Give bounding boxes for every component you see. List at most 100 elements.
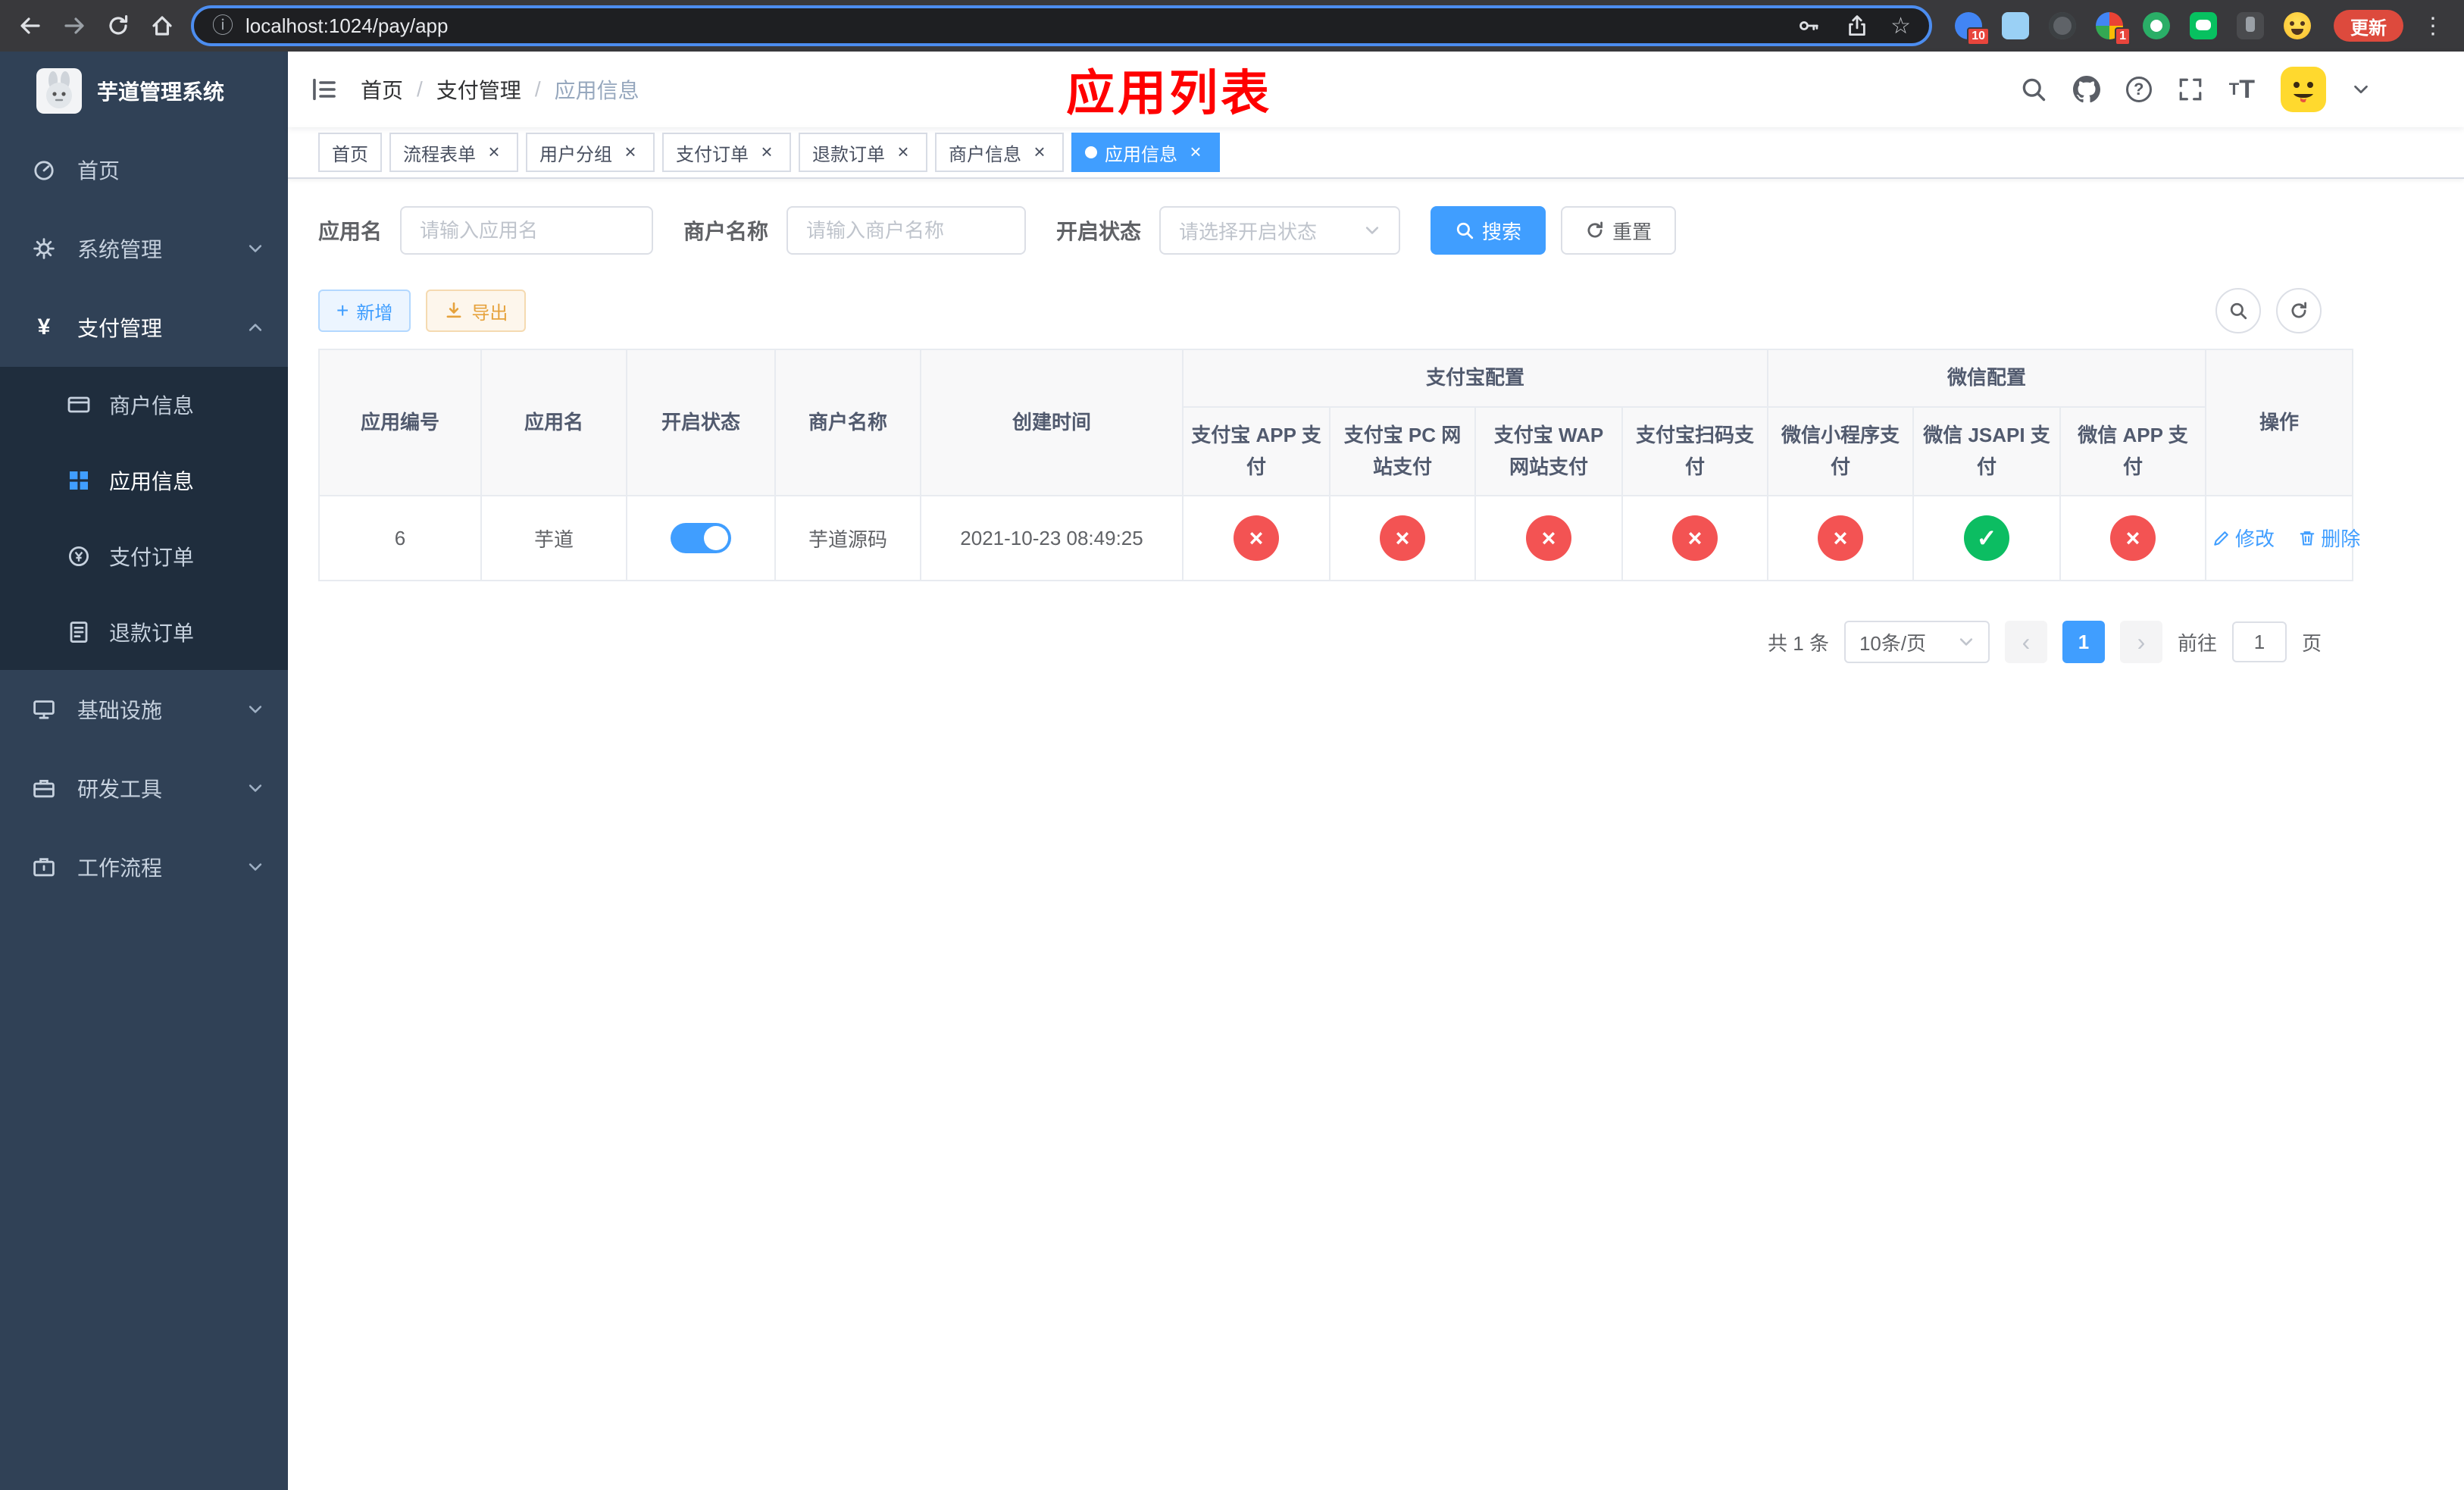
close-icon[interactable]: × xyxy=(1185,142,1206,163)
home-icon[interactable] xyxy=(147,11,177,41)
add-button[interactable]: + 新增 xyxy=(318,290,411,332)
chevron-down-icon xyxy=(247,780,264,797)
next-page-button[interactable]: › xyxy=(2119,621,2162,664)
site-info-icon[interactable]: ⓘ xyxy=(212,15,233,36)
fullscreen-icon[interactable] xyxy=(2178,77,2203,102)
merchant-name-input[interactable] xyxy=(786,206,1027,255)
page-size-select[interactable]: 10条/页 xyxy=(1843,621,1990,664)
gear-icon xyxy=(32,236,56,261)
active-dot xyxy=(1085,146,1097,158)
sidebar-item-workflow[interactable]: 工作流程 xyxy=(0,828,288,906)
browser-menu-icon[interactable]: ⋮ xyxy=(2417,13,2449,39)
cell-actions: 修改 删除 xyxy=(2205,495,2360,582)
alipay-app-status-icon: × xyxy=(1234,515,1279,562)
browser-toolbar: ⓘ localhost:1024/pay/app ☆ 10 1 更新 ⋮ xyxy=(0,0,2464,52)
extension-icon-6[interactable] xyxy=(2190,12,2217,39)
reload-icon[interactable] xyxy=(103,11,133,41)
app-name-input[interactable] xyxy=(400,206,654,255)
breadcrumb-payment[interactable]: 支付管理 xyxy=(436,74,521,105)
col-wx-jsapi: 微信 JSAPI 支付 xyxy=(1912,406,2062,497)
total-count: 共 1 条 xyxy=(1768,631,1829,655)
sidebar-item-dev-tools[interactable]: 研发工具 xyxy=(0,749,288,828)
search-icon xyxy=(2230,302,2247,320)
page-title: 应用列表 xyxy=(1066,66,1273,121)
sidebar-item-app-info[interactable]: 应用信息 xyxy=(0,443,288,518)
sidebar-item-payment-orders[interactable]: 支付订单 xyxy=(0,518,288,594)
logo-avatar xyxy=(36,68,82,114)
sidebar-item-home[interactable]: 首页 xyxy=(0,130,288,209)
plus-icon: + xyxy=(336,299,349,322)
edit-link[interactable]: 修改 xyxy=(2212,524,2275,552)
sidebar-logo[interactable]: 芋道管理系统 xyxy=(0,52,288,130)
col-alipay-app: 支付宝 APP 支付 xyxy=(1182,406,1330,497)
status-toggle[interactable] xyxy=(671,523,731,554)
tab-app-info[interactable]: 应用信息 × xyxy=(1071,133,1220,172)
extension-icon-8[interactable] xyxy=(2284,12,2311,39)
sidebar-item-infrastructure[interactable]: 基础设施 xyxy=(0,670,288,749)
share-icon[interactable] xyxy=(1842,11,1872,41)
tab-refund-orders[interactable]: 退款订单 × xyxy=(799,133,927,172)
export-button[interactable]: 导出 xyxy=(426,290,527,332)
extension-icon-2[interactable] xyxy=(2002,12,2029,39)
refresh-table-button[interactable] xyxy=(2276,288,2322,333)
github-icon[interactable] xyxy=(2072,76,2100,103)
goto-page-input[interactable] xyxy=(2231,621,2287,663)
hamburger-icon[interactable] xyxy=(288,76,361,103)
wx-app-status-icon: × xyxy=(2110,515,2156,562)
close-icon[interactable]: × xyxy=(483,142,505,163)
help-icon[interactable]: ? xyxy=(2125,77,2152,102)
url-text: localhost:1024/pay/app xyxy=(245,14,449,37)
coin-icon xyxy=(67,544,91,568)
chrome-update-button[interactable]: 更新 xyxy=(2334,10,2403,42)
avatar-caret-icon[interactable] xyxy=(2352,80,2370,99)
extension-icon-1[interactable]: 10 xyxy=(1955,12,1990,45)
col-wx-app: 微信 APP 支付 xyxy=(2059,406,2207,497)
bookmark-star-icon[interactable]: ☆ xyxy=(1890,13,1911,39)
col-alipay-pc: 支付宝 PC 网站支付 xyxy=(1329,406,1476,497)
url-bar[interactable]: ⓘ localhost:1024/pay/app ☆ xyxy=(191,5,1932,46)
trash-icon xyxy=(2300,531,2315,546)
close-icon[interactable]: × xyxy=(893,142,914,163)
close-icon[interactable]: × xyxy=(756,142,777,163)
search-icon[interactable] xyxy=(2020,76,2047,103)
tab-payment-orders[interactable]: 支付订单 × xyxy=(662,133,791,172)
close-icon[interactable]: × xyxy=(620,142,641,163)
table-row: 6 芋道 芋道源码 2021-10-23 08:49:25 × × × × × … xyxy=(318,495,2360,582)
password-key-icon[interactable] xyxy=(1793,11,1824,41)
search-button[interactable]: 搜索 xyxy=(1431,206,1546,255)
col-merchant-name: 商户名称 xyxy=(774,349,921,497)
user-avatar[interactable] xyxy=(2281,67,2326,112)
extension-icon-3[interactable] xyxy=(2049,12,2076,39)
prev-page-button[interactable]: ‹ xyxy=(2004,621,2047,664)
forward-icon[interactable] xyxy=(59,11,89,41)
col-group-wechat: 微信配置 xyxy=(1767,349,2207,408)
tab-merchant-info[interactable]: 商户信息 × xyxy=(935,133,1064,172)
sidebar-item-refund-orders[interactable]: 退款订单 xyxy=(0,594,288,670)
wx-lite-status-icon: × xyxy=(1818,515,1864,562)
delete-link[interactable]: 删除 xyxy=(2298,524,2360,552)
sidebar-item-merchant-info[interactable]: 商户信息 xyxy=(0,367,288,443)
toggle-search-button[interactable] xyxy=(2215,288,2261,333)
sidebar-item-payment[interactable]: ¥ 支付管理 xyxy=(0,288,288,367)
extension-badge: 10 xyxy=(1967,27,1990,45)
extension-icon-4[interactable]: 1 xyxy=(2096,12,2131,45)
tab-process-form[interactable]: 流程表单 × xyxy=(389,133,518,172)
pagination: 共 1 条 10条/页 ‹ 1 › 前往 页 xyxy=(318,621,2322,664)
page-1-button[interactable]: 1 xyxy=(2062,621,2105,664)
extension-icon-7[interactable] xyxy=(2237,12,2264,39)
back-icon[interactable] xyxy=(15,11,45,41)
reset-button[interactable]: 重置 xyxy=(1561,206,1677,255)
sidebar-item-system[interactable]: 系统管理 xyxy=(0,209,288,288)
extension-icon-5[interactable] xyxy=(2143,12,2170,39)
cell-create-time: 2021-10-23 08:49:25 xyxy=(920,495,1184,582)
font-size-icon[interactable]: TT xyxy=(2229,77,2255,102)
close-icon[interactable]: × xyxy=(1029,142,1050,163)
col-app-id: 应用编号 xyxy=(318,349,482,497)
breadcrumb: 首页 / 支付管理 / 应用信息 xyxy=(361,74,639,105)
tab-home[interactable]: 首页 xyxy=(318,133,382,172)
breadcrumb-current: 应用信息 xyxy=(554,79,639,102)
app-name-label: 应用名 xyxy=(318,220,383,243)
status-select[interactable]: 请选择开启状态 xyxy=(1159,206,1401,255)
tab-user-group[interactable]: 用户分组 × xyxy=(526,133,655,172)
breadcrumb-home[interactable]: 首页 xyxy=(361,74,403,105)
